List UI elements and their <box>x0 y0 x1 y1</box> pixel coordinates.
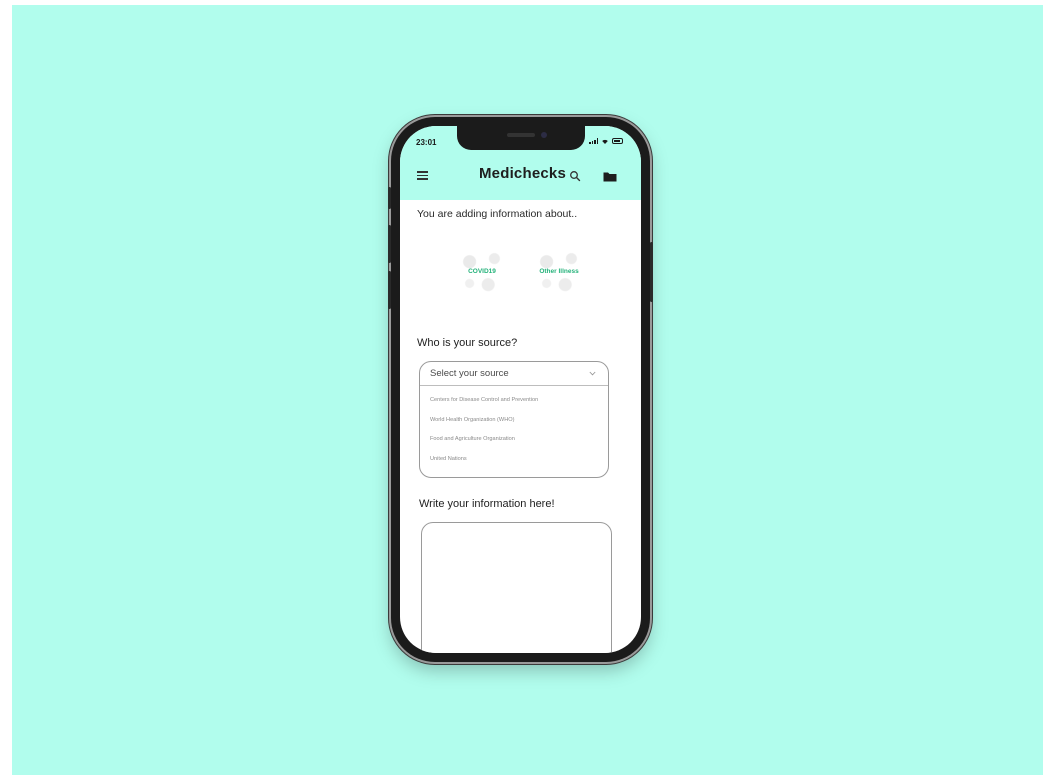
wifi-icon <box>602 139 608 144</box>
phone-frame: 23:01 Medichecks You are adding informat… <box>388 117 653 662</box>
source-select[interactable]: Select your source <box>420 362 608 386</box>
form-content: You are adding information about.. COVID… <box>400 200 641 653</box>
source-option[interactable]: United Nations <box>430 450 608 470</box>
information-textarea[interactable] <box>421 522 612 653</box>
topic-covid19-button[interactable]: COVID19 <box>451 240 513 302</box>
status-time: 23:01 <box>416 138 437 147</box>
power-button <box>650 242 653 302</box>
battery-icon <box>612 138 623 144</box>
source-dropdown[interactable]: Select your source Centers for Disease C… <box>419 361 609 478</box>
status-icons <box>589 138 623 144</box>
source-select-placeholder: Select your source <box>430 368 509 379</box>
signal-icon <box>589 138 598 144</box>
source-heading: Who is your source? <box>417 337 518 349</box>
topic-other-illness-button[interactable]: Other Illness <box>528 240 590 302</box>
source-option[interactable]: Centers for Disease Control and Preventi… <box>430 391 608 411</box>
source-option[interactable]: World Health Organization (WHO) <box>430 411 608 431</box>
source-options-list: Centers for Disease Control and Preventi… <box>420 386 608 469</box>
topic-label: Other Illness <box>539 267 579 275</box>
volume-up-button <box>388 225 391 263</box>
silent-switch <box>388 187 391 209</box>
chevron-down-icon <box>589 371 596 376</box>
search-icon[interactable] <box>569 170 581 182</box>
topic-label: COVID19 <box>468 267 496 275</box>
volume-down-button <box>388 271 391 309</box>
folder-icon[interactable] <box>603 171 617 182</box>
write-heading: Write your information here! <box>419 498 555 510</box>
phone-screen: 23:01 Medichecks You are adding informat… <box>400 126 641 653</box>
source-option[interactable]: Food and Agriculture Organization <box>430 430 608 450</box>
adding-heading: You are adding information about.. <box>417 208 578 220</box>
notch <box>456 126 585 150</box>
